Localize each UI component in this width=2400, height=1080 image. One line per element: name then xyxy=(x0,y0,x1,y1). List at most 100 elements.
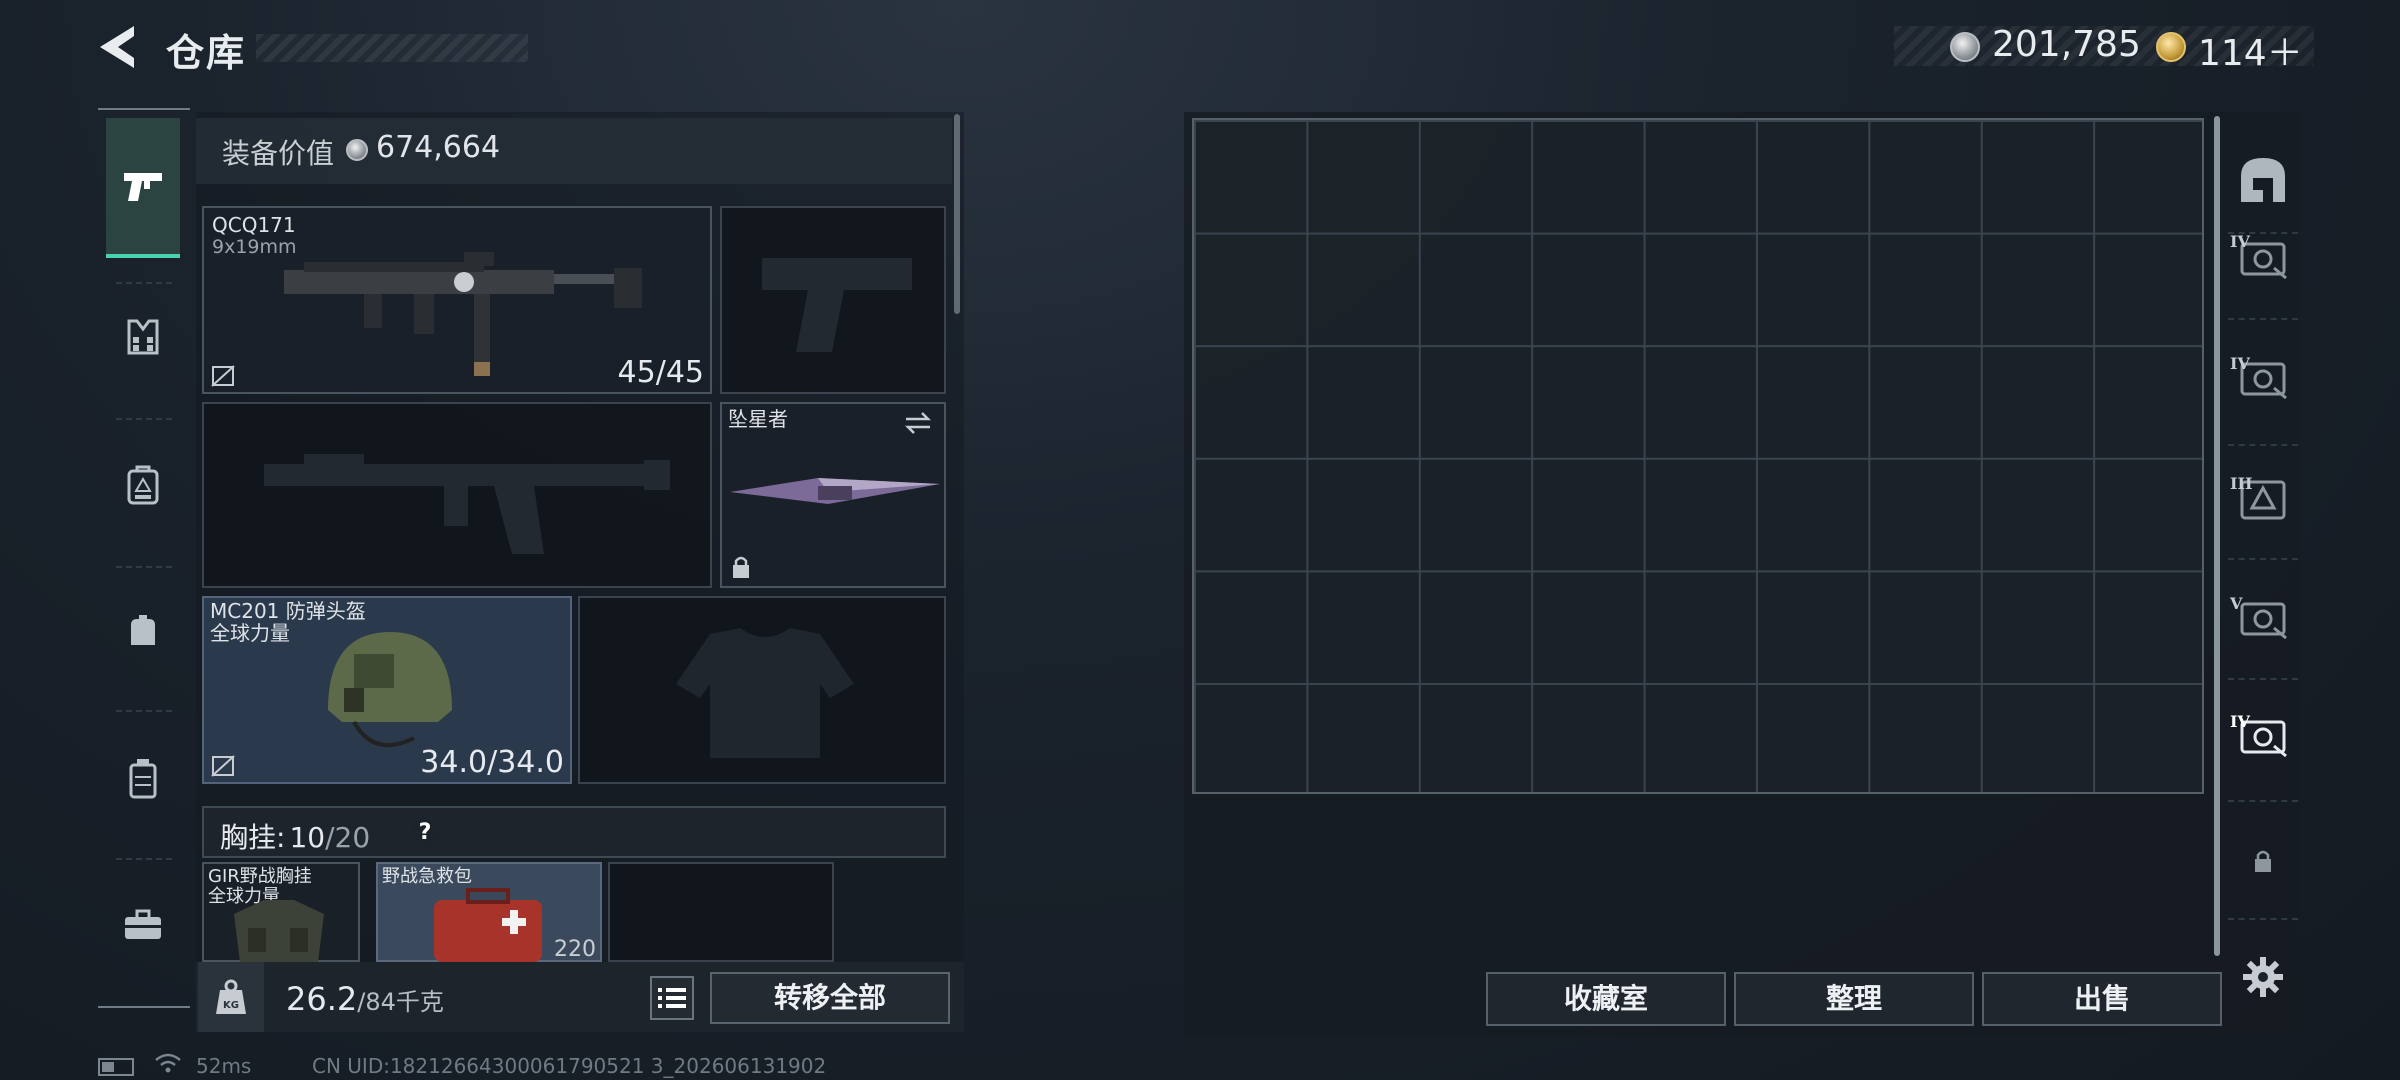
medkit-image xyxy=(434,888,542,962)
help-button[interactable]: ? xyxy=(410,818,440,848)
case-tier-label: IV xyxy=(2230,232,2250,251)
primary-weapon-slot[interactable]: QCQ171 9x19mm 45/45 xyxy=(202,206,712,394)
storage-tab-case-3[interactable] xyxy=(2226,454,2300,544)
chest-rig-image xyxy=(234,900,324,962)
nav-item-toolbox[interactable] xyxy=(106,888,180,962)
chest-rig-capacity: 胸挂: 10/20 xyxy=(220,816,370,856)
ammo-count: 45/45 xyxy=(617,355,704,390)
list-view-button[interactable] xyxy=(650,976,694,1020)
storage-tab-case-5[interactable] xyxy=(2226,690,2300,780)
storage-tab-separator xyxy=(2228,318,2298,320)
helmet-faction: 全球力量 xyxy=(210,621,290,645)
storage-tab-separator xyxy=(2228,678,2298,680)
armor-silhouette-icon xyxy=(676,628,854,758)
helmet-slot[interactable]: MC201 防弹头盔 全球力量 34.0/34.0 xyxy=(202,596,572,784)
weight-icon-label: KG xyxy=(223,1000,239,1011)
toolbox-icon xyxy=(125,909,161,939)
nav-item-weapons[interactable] xyxy=(106,118,180,258)
nav-separator xyxy=(116,858,172,860)
storage-tab-separator xyxy=(2228,918,2298,920)
no-insurance-icon xyxy=(211,365,235,387)
carry-weight: 26.2/84千克 xyxy=(286,980,444,1018)
weight-icon: KG xyxy=(216,979,246,1014)
sort-button[interactable]: 整理 xyxy=(1734,972,1974,1026)
gold-amount[interactable]: 114＋ xyxy=(2198,24,2303,76)
home-arch-icon xyxy=(2241,158,2285,202)
silver-amount: 201,785 xyxy=(1992,24,2141,65)
chest-rig-slot[interactable]: GIR野战胸挂 全球力量 xyxy=(202,862,360,962)
gold-coin-icon xyxy=(2156,32,2186,62)
storage-tab-locked[interactable] xyxy=(2226,816,2300,906)
nav-separator xyxy=(116,418,172,420)
melee-slot[interactable]: 坠星者 xyxy=(720,402,946,588)
melee-name: 坠星者 xyxy=(728,407,788,431)
smg-image xyxy=(284,252,642,376)
back-button[interactable] xyxy=(96,22,142,72)
equipment-value: 674,664 xyxy=(376,130,501,165)
user-uid: CN UID:18212664300061790521 3_2026061319… xyxy=(312,1054,827,1078)
carry-weight-value: 26.2 xyxy=(286,980,358,1018)
chest-rig-empty-slot[interactable] xyxy=(608,862,834,962)
storage-tab-case-2[interactable] xyxy=(2226,332,2300,422)
pouch-icon xyxy=(131,615,155,645)
nav-separator xyxy=(116,282,172,284)
silver-coin-icon xyxy=(1950,32,1980,62)
nav-separator xyxy=(116,566,172,568)
body-armor-slot[interactable] xyxy=(578,596,946,784)
case-tier-label: IV xyxy=(2230,354,2250,373)
weight-icon-box: KG xyxy=(198,962,264,1032)
case-v-icon xyxy=(2240,602,2287,640)
storage-grid[interactable] xyxy=(1192,118,2204,794)
storage-tab-separator xyxy=(2228,800,2298,802)
gear-icon xyxy=(2243,957,2283,997)
transfer-all-button[interactable]: 转移全部 xyxy=(710,972,950,1024)
medkit-slot[interactable]: 野战急救包 220 xyxy=(376,862,602,962)
battery-icon xyxy=(98,1058,134,1076)
nav-item-armor[interactable] xyxy=(106,300,180,374)
rifle-silhouette-icon xyxy=(264,454,670,554)
storage-tab-case-1[interactable] xyxy=(2226,212,2300,302)
chest-rig-name: GIR野战胸挂 xyxy=(208,866,312,887)
sell-button[interactable]: 出售 xyxy=(1982,972,2222,1026)
vest-icon xyxy=(127,319,159,355)
nav-item-backpack-gear[interactable] xyxy=(106,448,180,522)
carry-weight-max: /84千克 xyxy=(357,988,444,1016)
secondary-weapon-slot[interactable] xyxy=(202,402,712,588)
case-tier-label: IV xyxy=(2230,712,2250,731)
settings-button[interactable] xyxy=(2236,950,2290,1004)
medkit-amount: 220 xyxy=(554,937,596,962)
pistol-silhouette-icon xyxy=(762,258,912,352)
back-arrow-icon xyxy=(100,26,134,68)
collection-room-button[interactable]: 收藏室 xyxy=(1486,972,1726,1026)
swap-icon[interactable] xyxy=(902,410,934,436)
nav-item-container[interactable] xyxy=(106,742,180,816)
no-insurance-icon xyxy=(211,755,235,777)
nav-separator xyxy=(116,710,172,712)
nav-divider xyxy=(98,108,190,110)
ping-value: 52ms xyxy=(196,1054,252,1078)
storage-tab-main[interactable] xyxy=(2226,134,2300,224)
knife-image xyxy=(730,478,940,504)
title-decoration xyxy=(256,34,528,62)
pistol-icon xyxy=(124,173,162,201)
case-tier-label: III xyxy=(2230,474,2253,493)
equipment-value-label: 装备价值 xyxy=(222,137,335,170)
container-icon xyxy=(129,759,157,799)
storage-scrollbar[interactable] xyxy=(2214,116,2220,956)
storage-tab-separator xyxy=(2228,444,2298,446)
equipment-scrollbar[interactable] xyxy=(954,114,960,314)
lock-icon xyxy=(2255,850,2271,872)
wifi-icon xyxy=(155,1053,181,1073)
nav-item-pouch[interactable] xyxy=(106,594,180,668)
list-icon xyxy=(658,988,686,1008)
case-tier-label: V xyxy=(2230,594,2243,613)
lock-icon xyxy=(733,556,749,578)
storage-tab-case-4[interactable] xyxy=(2226,572,2300,662)
pistol-slot[interactable] xyxy=(720,206,946,394)
chest-rig-label: 胸挂: xyxy=(220,821,286,854)
backpack-icon xyxy=(127,465,159,505)
page-title: 仓库 xyxy=(166,31,247,75)
chest-rig-count: 10 xyxy=(289,821,326,854)
chest-rig-max: /20 xyxy=(325,821,371,854)
silver-coin-icon xyxy=(346,139,368,161)
